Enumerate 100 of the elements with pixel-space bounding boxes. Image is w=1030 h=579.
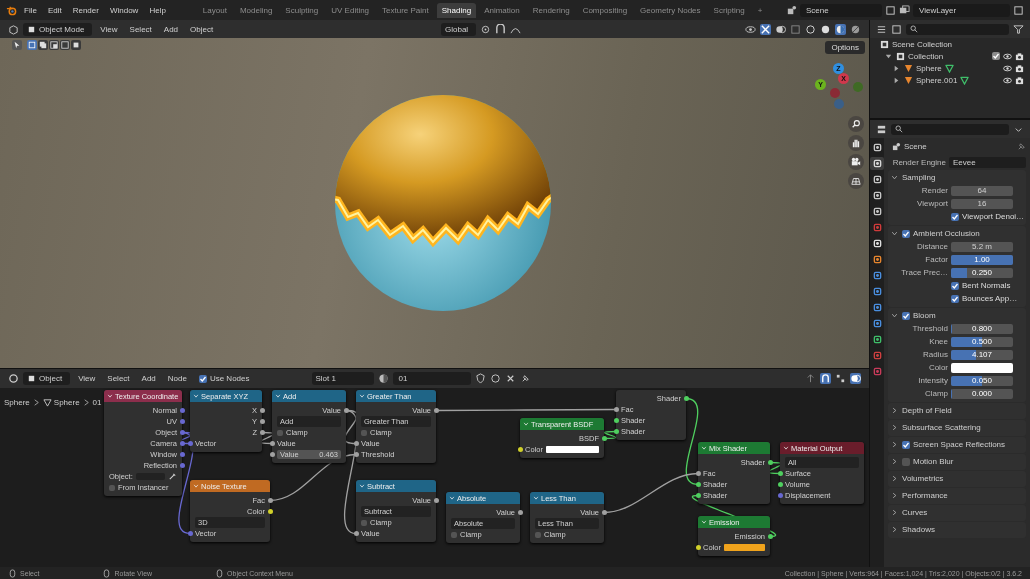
caret-icon[interactable] xyxy=(107,393,113,399)
intersect-mode-button[interactable] xyxy=(71,40,81,50)
socket-icon[interactable] xyxy=(777,471,783,476)
camera-icon[interactable] xyxy=(1015,63,1024,73)
menu-item[interactable]: Select xyxy=(103,373,134,384)
checkbox[interactable] xyxy=(951,294,959,303)
subtract-mode-button[interactable] xyxy=(49,40,59,50)
grid-icon[interactable] xyxy=(848,173,864,189)
panel-title[interactable]: Screen Space Reflections xyxy=(913,440,1006,449)
slot-dropdown[interactable]: Slot 1 xyxy=(311,372,374,385)
panel-title[interactable]: Shadows xyxy=(902,525,935,534)
checkbox[interactable] xyxy=(109,484,115,491)
menu-item[interactable]: Help xyxy=(145,4,170,16)
select-tool-button[interactable] xyxy=(12,40,22,50)
workspace-tab[interactable]: UV Editing xyxy=(326,2,375,18)
socket-icon[interactable] xyxy=(353,441,359,446)
socket-icon[interactable] xyxy=(613,429,619,434)
caret-icon[interactable] xyxy=(533,495,539,501)
checkbox[interactable] xyxy=(951,212,959,221)
expand-arrow-icon[interactable] xyxy=(892,63,901,73)
socket-icon[interactable] xyxy=(259,408,265,413)
checkbox[interactable] xyxy=(361,519,367,526)
caret-icon[interactable] xyxy=(449,495,455,501)
caret-icon[interactable] xyxy=(359,393,365,399)
socket-icon[interactable] xyxy=(695,493,701,498)
panel-title[interactable]: Motion Blur xyxy=(913,457,954,466)
material-name-field[interactable]: 01 xyxy=(392,372,471,385)
expand-arrow-icon[interactable] xyxy=(892,75,901,85)
upload-icon[interactable] xyxy=(805,373,816,384)
orientation-dropdown[interactable]: Global xyxy=(441,22,477,36)
panel-title[interactable]: Curves xyxy=(902,508,928,517)
socket-icon[interactable] xyxy=(517,447,523,452)
menu-item[interactable]: Select xyxy=(125,23,156,35)
select-mode-button[interactable] xyxy=(27,40,37,50)
caret-icon[interactable] xyxy=(783,445,789,451)
socket-icon[interactable] xyxy=(613,407,619,412)
color-swatch[interactable] xyxy=(723,544,765,551)
slider-field[interactable]: 0.050 xyxy=(951,375,1013,386)
workspace-tab[interactable]: Shading xyxy=(436,2,477,18)
socket-icon[interactable] xyxy=(517,510,523,515)
extend-mode-button[interactable] xyxy=(38,40,48,50)
caret-icon[interactable] xyxy=(193,483,199,489)
add-workspace-button[interactable]: + xyxy=(752,2,768,18)
copy-icon[interactable] xyxy=(1013,4,1024,16)
socket-icon[interactable] xyxy=(269,452,275,457)
socket-icon[interactable] xyxy=(259,430,265,435)
search-field[interactable] xyxy=(906,23,1009,35)
editor-type-icon[interactable] xyxy=(8,23,19,35)
zoom-icon[interactable] xyxy=(848,116,864,132)
checkbox[interactable] xyxy=(361,429,367,436)
menu-item[interactable]: Add xyxy=(137,373,160,384)
shading-mode-button[interactable] xyxy=(805,23,816,35)
checkbox[interactable] xyxy=(902,440,910,449)
gizmo-toggle-icon[interactable] xyxy=(760,23,771,35)
workspace-tab[interactable]: Layout xyxy=(197,2,232,18)
socket-icon[interactable] xyxy=(353,531,359,536)
camera-icon[interactable] xyxy=(1015,75,1024,85)
socket-icon[interactable] xyxy=(601,510,607,515)
checkbox[interactable] xyxy=(198,374,207,383)
outliner-row[interactable]: Collection xyxy=(870,50,1030,62)
workspace-tab[interactable]: Geometry Nodes xyxy=(635,2,706,18)
menu-item[interactable]: View xyxy=(96,23,122,35)
socket-icon[interactable] xyxy=(777,482,783,487)
overlays-icon[interactable] xyxy=(775,23,786,35)
workspace-tab[interactable]: Animation xyxy=(479,2,525,18)
caret-icon[interactable] xyxy=(275,393,281,399)
panel-title[interactable]: Sampling xyxy=(902,173,936,182)
slider-field[interactable]: 0.500 xyxy=(951,336,1013,347)
mode-dropdown[interactable]: Object Mode xyxy=(23,22,93,36)
workspace-tab[interactable]: Rendering xyxy=(527,2,575,18)
slider-field[interactable]: 1.00 xyxy=(951,254,1013,265)
property-tab[interactable] xyxy=(870,157,884,170)
socket-icon[interactable] xyxy=(269,441,275,446)
number-field[interactable]: 64 xyxy=(951,185,1013,196)
workspace-tab[interactable]: Scripting xyxy=(708,2,750,18)
slider-field[interactable]: 0.800 xyxy=(951,323,1013,334)
view-layer-selector[interactable]: ViewLayer xyxy=(913,3,1010,17)
slider-field[interactable]: 0.250 xyxy=(951,267,1013,278)
menu-item[interactable]: Render xyxy=(68,4,103,16)
socket-icon[interactable] xyxy=(767,460,773,465)
editor-type-icon[interactable] xyxy=(8,373,19,384)
socket-icon[interactable] xyxy=(695,545,701,550)
material-sphere-icon[interactable] xyxy=(377,373,389,384)
pin-icon[interactable] xyxy=(1017,142,1027,151)
search-field[interactable] xyxy=(891,123,1009,135)
caret-icon[interactable] xyxy=(523,421,529,427)
breadcrumb[interactable]: Sphere xyxy=(53,398,80,407)
logo-icon[interactable] xyxy=(6,4,17,16)
menu-item[interactable]: Node xyxy=(163,373,191,384)
socket-icon[interactable] xyxy=(695,482,701,487)
camera-icon[interactable] xyxy=(848,154,864,170)
socket-icon[interactable] xyxy=(433,498,439,503)
socket-icon[interactable] xyxy=(353,452,359,457)
panel-title[interactable]: Volumetrics xyxy=(902,474,944,483)
duplicate-icon[interactable] xyxy=(489,373,501,384)
pivot-icon[interactable] xyxy=(480,23,492,35)
shading-mode-button[interactable] xyxy=(820,23,831,35)
copy-icon[interactable] xyxy=(885,4,896,16)
camera-icon[interactable] xyxy=(1015,51,1024,61)
outliner-row[interactable]: Sphere xyxy=(870,62,1030,74)
